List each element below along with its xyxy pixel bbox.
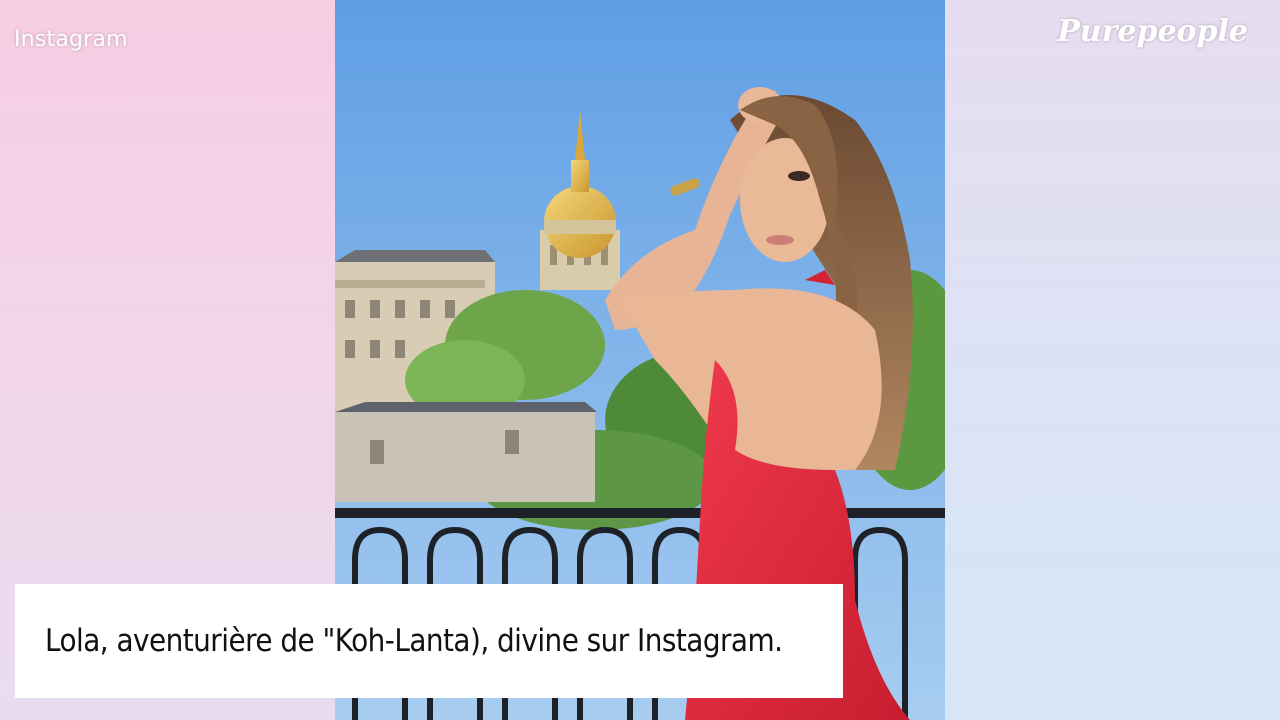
background-right-panel bbox=[945, 0, 1280, 720]
caption-text: Lola, aventurière de "Koh-Lanta), divine… bbox=[45, 623, 783, 659]
instagram-watermark: Instagram bbox=[14, 27, 128, 52]
caption-box: Lola, aventurière de "Koh-Lanta), divine… bbox=[15, 584, 843, 698]
lower-building bbox=[335, 402, 597, 502]
purepeople-logo: Purepeople bbox=[1057, 14, 1248, 49]
